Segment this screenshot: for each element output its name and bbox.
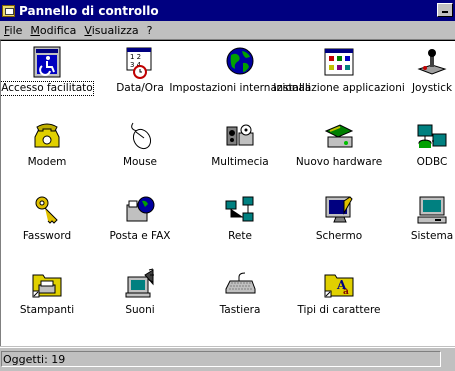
mail-fax-icon <box>126 196 155 222</box>
item-label: Mouse <box>122 156 158 168</box>
item-label: Tipi di carattere <box>297 304 381 316</box>
item-modem[interactable]: Modem <box>1 119 93 169</box>
item-schermo[interactable]: Schermo <box>293 193 385 243</box>
item-multimedia[interactable]: Multimecia <box>194 119 286 169</box>
item-label: Posta e FAX <box>109 230 171 242</box>
object-count: Oggetti: 19 <box>1 351 441 367</box>
title-bar[interactable]: Pannello di controllo <box>0 0 455 21</box>
item-impostazioni-internazionali[interactable]: Impostazioni internazionali <box>169 45 311 95</box>
item-label: Nuovo hardware <box>295 156 383 168</box>
item-label: Tastiera <box>219 304 261 316</box>
item-label: Accesso facilitato <box>1 81 94 96</box>
item-rete[interactable]: Rete <box>194 193 286 243</box>
item-label: Schermo <box>315 230 363 242</box>
item-label: Stampanti <box>19 304 75 316</box>
item-label: Rete <box>228 230 252 242</box>
menu-file[interactable]: File <box>0 24 26 37</box>
install-apps-icon <box>324 48 354 76</box>
globe-icon <box>226 47 254 75</box>
menu-help[interactable]: ? <box>143 24 157 37</box>
fonts-folder-icon: A a <box>324 274 354 298</box>
item-label: Joystick <box>411 82 453 94</box>
icon-view: Accesso facilitato 1 2 3 4 Data/Ora Impo… <box>0 40 455 346</box>
password-keys-icon <box>35 196 58 224</box>
odbc-icon <box>417 124 447 148</box>
control-panel-folder-icon[interactable] <box>2 4 15 17</box>
status-bar: Oggetti: 19 <box>0 347 455 371</box>
calendar-clock-icon: 1 2 3 4 <box>126 47 152 79</box>
item-label: Modem <box>27 156 67 168</box>
item-mouse[interactable]: Mouse <box>94 119 186 169</box>
item-posta-e-fax[interactable]: Posta e FAX <box>94 193 186 243</box>
printers-folder-icon <box>32 274 62 298</box>
network-icon <box>225 196 254 222</box>
item-accesso-facilitato[interactable]: Accesso facilitato <box>1 45 94 96</box>
minimize-button[interactable] <box>437 3 453 17</box>
modem-phone-icon <box>34 123 60 148</box>
item-label: Sistema <box>410 230 454 242</box>
item-label: Suoni <box>125 304 155 316</box>
item-suoni[interactable]: Suoni <box>94 267 186 317</box>
item-label: Multimecia <box>211 156 269 168</box>
svg-text:a: a <box>343 287 349 297</box>
item-password[interactable]: Fassword <box>1 193 93 243</box>
item-label: Data/Ora <box>116 82 164 94</box>
window-title: Pannello di controllo <box>19 3 159 18</box>
menu-visualizza[interactable]: Visualizza <box>80 24 142 37</box>
item-label: Fassword <box>22 230 72 242</box>
system-computer-icon <box>417 196 447 224</box>
item-sistema[interactable]: Sistema <box>386 193 455 243</box>
item-joystick[interactable]: Joystick <box>386 45 455 95</box>
menu-modifica[interactable]: Modifica <box>26 24 80 37</box>
sounds-icon <box>125 268 154 298</box>
item-tipi-di-carattere[interactable]: A a Tipi di carattere <box>293 267 385 317</box>
mouse-icon <box>131 122 152 150</box>
item-stampanti[interactable]: Stampanti <box>1 267 93 317</box>
item-odbc[interactable]: ODBC <box>386 119 455 169</box>
item-nuovo-hardware[interactable]: Nuovo hardware <box>293 119 385 169</box>
joystick-icon <box>417 49 447 75</box>
menu-bar: File Modifica Visualizza ? <box>0 21 455 40</box>
svg-text:1 2: 1 2 <box>130 53 141 61</box>
display-icon <box>325 196 353 223</box>
keyboard-icon <box>225 272 256 294</box>
item-tastiera[interactable]: Tastiera <box>194 267 286 317</box>
item-installazione-applicazioni[interactable]: Installazione applicazioni <box>273 45 405 95</box>
item-label: ODBC <box>416 156 448 168</box>
new-hardware-icon <box>324 124 354 148</box>
accessibility-icon <box>33 46 61 78</box>
multimedia-icon <box>226 124 254 146</box>
